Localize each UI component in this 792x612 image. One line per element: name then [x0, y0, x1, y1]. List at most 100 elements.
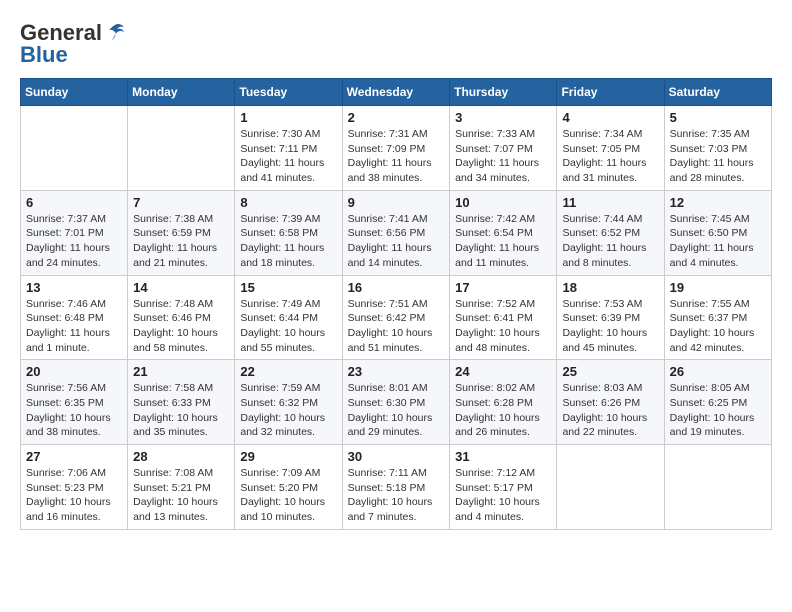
calendar-cell: 28Sunrise: 7:08 AMSunset: 5:21 PMDayligh…	[128, 445, 235, 530]
day-number: 31	[455, 449, 551, 464]
cell-content: Sunrise: 8:05 AMSunset: 6:25 PMDaylight:…	[670, 381, 766, 440]
calendar-cell: 17 Sunrise: 7:52 AMSunset: 6:41 PMDayligh…	[450, 275, 557, 360]
day-number: 2	[348, 110, 445, 125]
cell-content: Sunrise: 7:59 AMSunset: 6:32 PMDaylight:…	[240, 381, 336, 440]
calendar-table: SundayMondayTuesdayWednesdayThursdayFrid…	[20, 78, 772, 530]
cell-content: Sunrise: 7:12 AMSunset: 5:17 PMDaylight:…	[455, 466, 551, 525]
day-number: 7	[133, 195, 229, 210]
cell-content: Sunrise: 7:53 AMSunset: 6:39 PMDaylight:…	[562, 297, 658, 356]
day-number: 18	[562, 280, 658, 295]
day-number: 24	[455, 364, 551, 379]
calendar-cell	[128, 106, 235, 191]
calendar-cell: 5 Sunrise: 7:35 AMSunset: 7:03 PMDaylight…	[664, 106, 771, 191]
logo: General Blue	[20, 20, 126, 68]
day-number: 23	[348, 364, 445, 379]
cell-content: Sunrise: 7:35 AMSunset: 7:03 PMDaylight:…	[670, 127, 766, 186]
day-number: 11	[562, 195, 658, 210]
calendar-header-row: SundayMondayTuesdayWednesdayThursdayFrid…	[21, 79, 772, 106]
cell-content: Sunrise: 7:44 AMSunset: 6:52 PMDaylight:…	[562, 212, 658, 271]
calendar-cell: 15 Sunrise: 7:49 AMSunset: 6:44 PMDayligh…	[235, 275, 342, 360]
day-number: 25	[562, 364, 658, 379]
calendar-cell: 13 Sunrise: 7:46 AMSunset: 6:48 PMDayligh…	[21, 275, 128, 360]
calendar-cell: 1 Sunrise: 7:30 AMSunset: 7:11 PMDaylight…	[235, 106, 342, 191]
calendar-week-row: 6Sunrise: 7:37 AMSunset: 7:01 PMDaylight…	[21, 190, 772, 275]
day-header-saturday: Saturday	[664, 79, 771, 106]
day-number: 19	[670, 280, 766, 295]
page-header: General Blue	[20, 20, 772, 68]
calendar-cell: 30 Sunrise: 7:11 AMSunset: 5:18 PMDayligh…	[342, 445, 450, 530]
day-number: 9	[348, 195, 445, 210]
cell-content: Sunrise: 7:34 AMSunset: 7:05 PMDaylight:…	[562, 127, 658, 186]
day-number: 13	[26, 280, 122, 295]
calendar-cell: 29Sunrise: 7:09 AMSunset: 5:20 PMDayligh…	[235, 445, 342, 530]
day-number: 12	[670, 195, 766, 210]
day-number: 22	[240, 364, 336, 379]
calendar-week-row: 20 Sunrise: 7:56 AMSunset: 6:35 PMDayligh…	[21, 360, 772, 445]
calendar-cell: 27 Sunrise: 7:06 AMSunset: 5:23 PMDayligh…	[21, 445, 128, 530]
cell-content: Sunrise: 7:52 AMSunset: 6:41 PMDaylight:…	[455, 297, 551, 356]
cell-content: Sunrise: 7:42 AMSunset: 6:54 PMDaylight:…	[455, 212, 551, 271]
day-header-friday: Friday	[557, 79, 664, 106]
day-number: 4	[562, 110, 658, 125]
calendar-cell	[664, 445, 771, 530]
calendar-cell: 12 Sunrise: 7:45 AMSunset: 6:50 PMDayligh…	[664, 190, 771, 275]
calendar-cell: 3Sunrise: 7:33 AMSunset: 7:07 PMDaylight…	[450, 106, 557, 191]
day-number: 15	[240, 280, 336, 295]
calendar-cell: 8 Sunrise: 7:39 AMSunset: 6:58 PMDaylight…	[235, 190, 342, 275]
calendar-cell: 16 Sunrise: 7:51 AMSunset: 6:42 PMDayligh…	[342, 275, 450, 360]
day-number: 27	[26, 449, 122, 464]
day-number: 5	[670, 110, 766, 125]
calendar-cell: 14 Sunrise: 7:48 AMSunset: 6:46 PMDayligh…	[128, 275, 235, 360]
cell-content: Sunrise: 7:48 AMSunset: 6:46 PMDaylight:…	[133, 297, 229, 356]
calendar-cell: 19 Sunrise: 7:55 AMSunset: 6:37 PMDayligh…	[664, 275, 771, 360]
cell-content: Sunrise: 7:38 AMSunset: 6:59 PMDaylight:…	[133, 212, 229, 271]
day-number: 30	[348, 449, 445, 464]
calendar-cell	[21, 106, 128, 191]
calendar-cell: 25 Sunrise: 8:03 AMSunset: 6:26 PMDayligh…	[557, 360, 664, 445]
cell-content: Sunrise: 7:11 AMSunset: 5:18 PMDaylight:…	[348, 466, 445, 525]
calendar-cell: 21 Sunrise: 7:58 AMSunset: 6:33 PMDayligh…	[128, 360, 235, 445]
cell-content: Sunrise: 7:09 AMSunset: 5:20 PMDaylight:…	[240, 466, 336, 525]
cell-content: Sunrise: 7:56 AMSunset: 6:35 PMDaylight:…	[26, 381, 122, 440]
cell-content: Sunrise: 7:55 AMSunset: 6:37 PMDaylight:…	[670, 297, 766, 356]
calendar-cell: 26Sunrise: 8:05 AMSunset: 6:25 PMDayligh…	[664, 360, 771, 445]
cell-content: Sunrise: 7:30 AMSunset: 7:11 PMDaylight:…	[240, 127, 336, 186]
day-number: 3	[455, 110, 551, 125]
cell-content: Sunrise: 7:49 AMSunset: 6:44 PMDaylight:…	[240, 297, 336, 356]
calendar-cell: 11 Sunrise: 7:44 AMSunset: 6:52 PMDayligh…	[557, 190, 664, 275]
cell-content: Sunrise: 7:45 AMSunset: 6:50 PMDaylight:…	[670, 212, 766, 271]
cell-content: Sunrise: 7:08 AMSunset: 5:21 PMDaylight:…	[133, 466, 229, 525]
calendar-cell: 20 Sunrise: 7:56 AMSunset: 6:35 PMDayligh…	[21, 360, 128, 445]
cell-content: Sunrise: 7:51 AMSunset: 6:42 PMDaylight:…	[348, 297, 445, 356]
cell-content: Sunrise: 7:46 AMSunset: 6:48 PMDaylight:…	[26, 297, 122, 356]
day-number: 14	[133, 280, 229, 295]
calendar-cell: 7 Sunrise: 7:38 AMSunset: 6:59 PMDaylight…	[128, 190, 235, 275]
logo-bird-icon	[104, 21, 126, 43]
calendar-cell: 10Sunrise: 7:42 AMSunset: 6:54 PMDayligh…	[450, 190, 557, 275]
calendar-cell: 4 Sunrise: 7:34 AMSunset: 7:05 PMDaylight…	[557, 106, 664, 191]
calendar-cell: 9 Sunrise: 7:41 AMSunset: 6:56 PMDaylight…	[342, 190, 450, 275]
calendar-cell: 18 Sunrise: 7:53 AMSunset: 6:39 PMDayligh…	[557, 275, 664, 360]
calendar-cell: 24Sunrise: 8:02 AMSunset: 6:28 PMDayligh…	[450, 360, 557, 445]
day-number: 8	[240, 195, 336, 210]
calendar-week-row: 13 Sunrise: 7:46 AMSunset: 6:48 PMDayligh…	[21, 275, 772, 360]
day-number: 1	[240, 110, 336, 125]
day-header-sunday: Sunday	[21, 79, 128, 106]
cell-content: Sunrise: 7:41 AMSunset: 6:56 PMDaylight:…	[348, 212, 445, 271]
day-number: 17	[455, 280, 551, 295]
calendar-week-row: 1 Sunrise: 7:30 AMSunset: 7:11 PMDaylight…	[21, 106, 772, 191]
day-number: 21	[133, 364, 229, 379]
cell-content: Sunrise: 7:39 AMSunset: 6:58 PMDaylight:…	[240, 212, 336, 271]
calendar-cell: 31 Sunrise: 7:12 AMSunset: 5:17 PMDayligh…	[450, 445, 557, 530]
calendar-cell: 6Sunrise: 7:37 AMSunset: 7:01 PMDaylight…	[21, 190, 128, 275]
cell-content: Sunrise: 8:01 AMSunset: 6:30 PMDaylight:…	[348, 381, 445, 440]
cell-content: Sunrise: 7:58 AMSunset: 6:33 PMDaylight:…	[133, 381, 229, 440]
calendar-cell: 22 Sunrise: 7:59 AMSunset: 6:32 PMDayligh…	[235, 360, 342, 445]
calendar-cell: 23 Sunrise: 8:01 AMSunset: 6:30 PMDayligh…	[342, 360, 450, 445]
day-number: 16	[348, 280, 445, 295]
day-number: 20	[26, 364, 122, 379]
cell-content: Sunrise: 7:06 AMSunset: 5:23 PMDaylight:…	[26, 466, 122, 525]
day-header-monday: Monday	[128, 79, 235, 106]
cell-content: Sunrise: 8:03 AMSunset: 6:26 PMDaylight:…	[562, 381, 658, 440]
day-header-tuesday: Tuesday	[235, 79, 342, 106]
